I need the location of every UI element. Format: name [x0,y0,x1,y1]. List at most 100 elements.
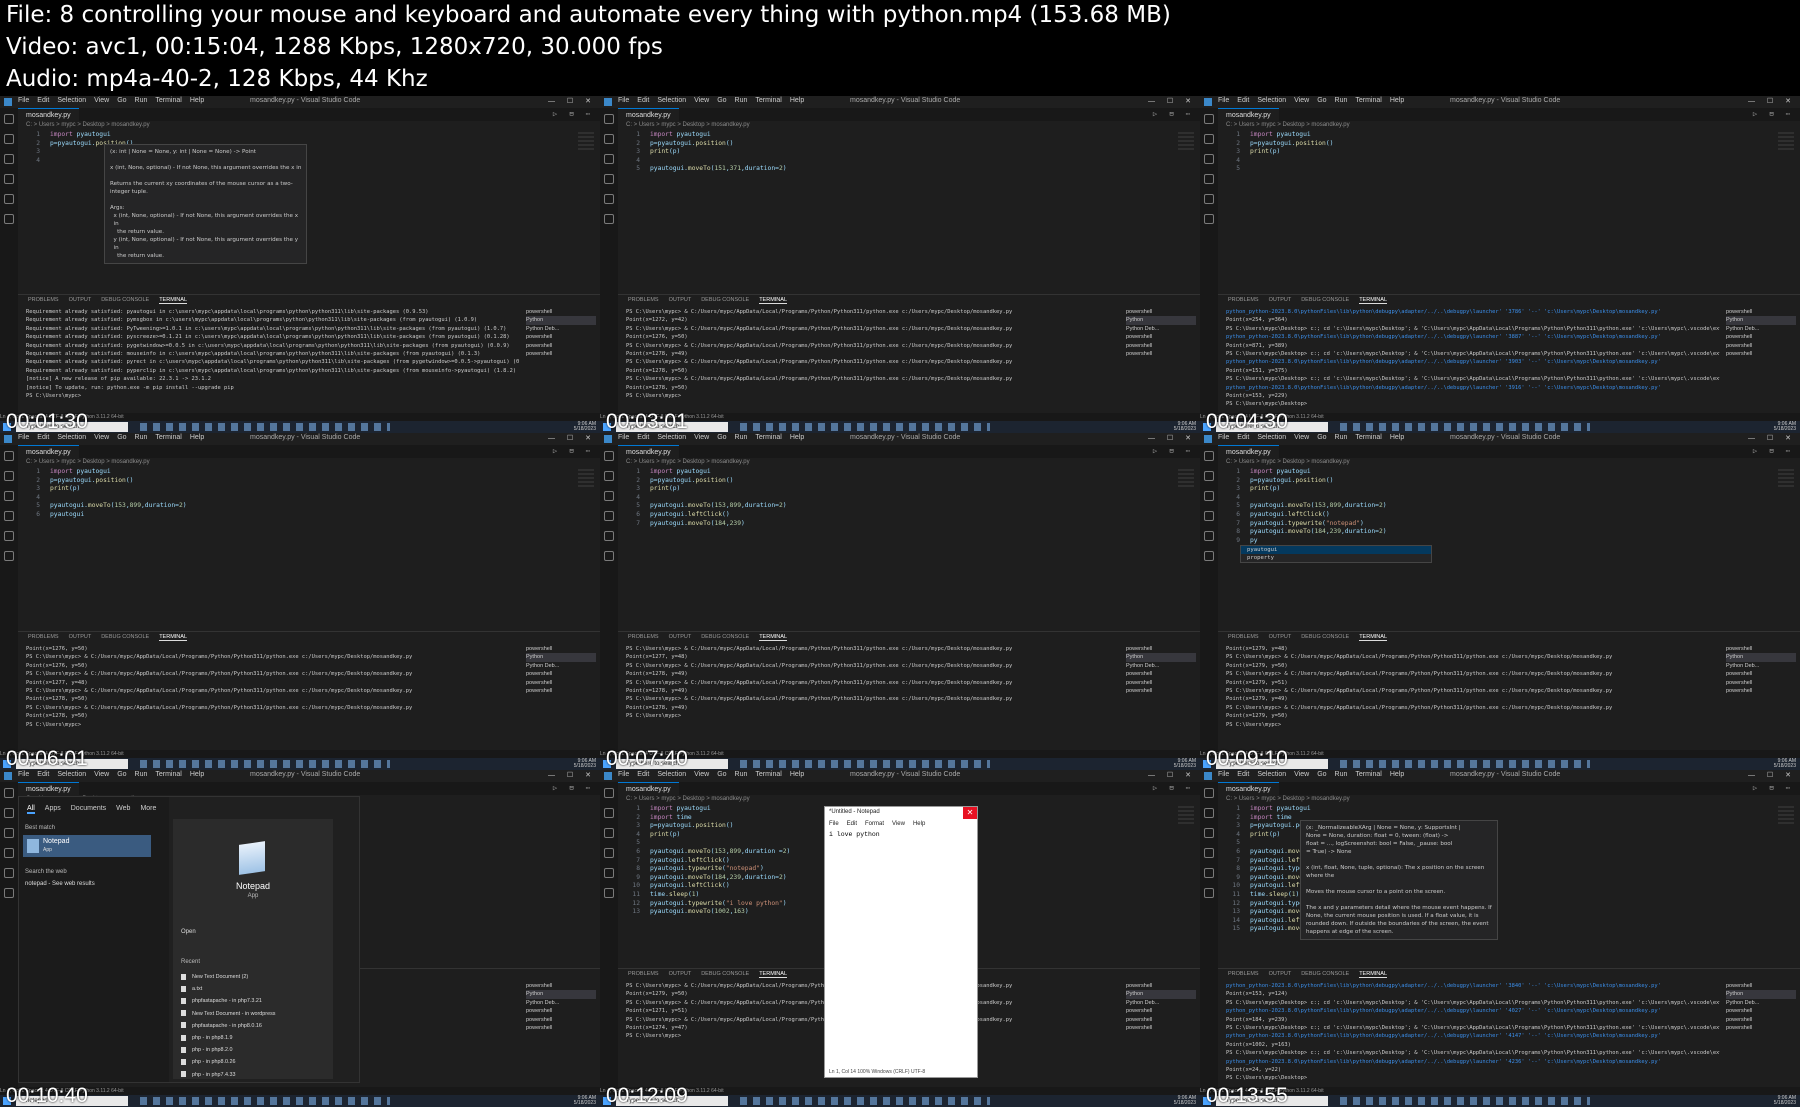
editor-tab[interactable]: mosandkey.py [1218,782,1279,795]
testing-icon[interactable] [604,551,614,561]
pinned-app-icons[interactable] [740,1097,990,1105]
menu-item-view[interactable]: View [694,434,709,441]
notepad-menu-item[interactable]: Format [865,821,884,827]
extensions-icon[interactable] [4,868,14,878]
menu-item-view[interactable]: View [694,771,709,778]
terminal-list-item[interactable]: powershell [1126,982,1196,990]
terminal-list-item[interactable]: Python Deb... [526,999,596,1007]
terminal-list-item[interactable]: powershell [526,679,596,687]
testing-icon[interactable] [4,551,14,561]
best-match-notepad[interactable]: Notepad App [23,835,151,857]
menu-item-file[interactable]: File [618,434,629,441]
source-control-icon[interactable] [4,828,14,838]
panel-tab-problems[interactable]: PROBLEMS [628,634,659,640]
close-icon[interactable]: ✕ [963,807,977,819]
extensions-icon[interactable] [604,531,614,541]
terminal-list-item[interactable]: powershell [1726,342,1796,350]
code-editor[interactable]: 1 import pyautogui 2 p=pyautogui.position()… [26,468,580,618]
terminal-list-item[interactable]: Python [526,316,596,325]
terminal-list-item[interactable]: powershell [526,645,596,653]
run-python-icon[interactable]: ▷ ⊟ ⋯ [553,784,594,792]
panel-tab-debug-console[interactable]: DEBUG CONSOLE [701,634,749,640]
menu-item-go[interactable]: Go [717,97,726,104]
terminal-list-item[interactable]: Python Deb... [1126,999,1196,1007]
menu-item-view[interactable]: View [1294,434,1309,441]
pinned-app-icons[interactable] [1340,760,1590,768]
extensions-icon[interactable] [1204,868,1214,878]
run-python-icon[interactable]: ▷ ⊟ ⋯ [1153,784,1194,792]
menu-item-help[interactable]: Help [190,97,204,104]
menu-item-run[interactable]: Run [1335,97,1348,104]
editor-tab[interactable]: mosandkey.py [618,108,679,121]
terminal-list-item[interactable]: powershell [1126,308,1196,316]
menu-item-terminal[interactable]: Terminal [155,434,181,441]
system-tray-clock[interactable]: 9:06 AM 5/18/2023 [1774,422,1796,432]
extensions-icon[interactable] [4,531,14,541]
window-controls[interactable]: — ☐ ✕ [1748,434,1796,442]
source-control-icon[interactable] [604,491,614,501]
menu-item-selection[interactable]: Selection [57,771,86,778]
recent-item[interactable]: phpfastapache - in php7.3.21 [181,995,276,1007]
panel-tab-output[interactable]: OUTPUT [69,634,92,640]
terminal-output[interactable]: Point(x=1276, y=50) PS C:\Users\mypc> & C… [26,645,520,745]
menu-item-file[interactable]: File [1218,434,1229,441]
window-controls[interactable]: — ☐ ✕ [548,771,596,779]
terminal-output[interactable]: python_python-2023.8.0\pythonFiles\lib\p… [1226,308,1720,408]
terminal-list-item[interactable]: powershell [1126,1016,1196,1024]
terminal-list-item[interactable]: powershell [1126,350,1196,358]
menu-item-selection[interactable]: Selection [657,771,686,778]
window-controls[interactable]: — ☐ ✕ [548,97,596,105]
explorer-icon[interactable] [604,114,614,124]
terminal-list-item[interactable]: Python Deb... [1126,325,1196,333]
panel-tab-problems[interactable]: PROBLEMS [28,634,59,640]
menu-item-selection[interactable]: Selection [57,97,86,104]
system-tray-clock[interactable]: 9:06 AM 5/18/2023 [1174,1096,1196,1106]
terminal-list-item[interactable]: powershell [1126,645,1196,653]
code-editor[interactable]: 1 import pyautogui 2 p=pyautogui.position()… [1226,131,1780,281]
panel-tab-terminal[interactable]: TERMINAL [1359,971,1387,978]
menu-item-run[interactable]: Run [1335,434,1348,441]
panel-tab-debug-console[interactable]: DEBUG CONSOLE [1301,634,1349,640]
testing-icon[interactable] [4,214,14,224]
code-editor[interactable]: 1 import pyautogui 2 p=pyautogui.position()… [626,131,1180,281]
notepad-menu-item[interactable]: View [892,821,905,827]
run-python-icon[interactable]: ▷ ⊟ ⋯ [1153,447,1194,455]
menu-item-edit[interactable]: Edit [1237,771,1249,778]
recent-item[interactable]: php - in php8.1.9 [181,1032,276,1044]
menu-item-go[interactable]: Go [117,97,126,104]
explorer-icon[interactable] [604,788,614,798]
code-editor[interactable]: 1 import pyautogui 2 p=pyautogui.position()… [1226,468,1780,618]
run-python-icon[interactable]: ▷ ⊟ ⋯ [553,447,594,455]
web-search-item[interactable]: notepad - See web results [25,881,95,887]
notepad-text-area[interactable]: i love python [829,831,880,838]
menu-item-file[interactable]: File [18,434,29,441]
autocomplete-list[interactable]: pyautogui property [1240,545,1432,563]
recent-item[interactable]: a.txt [181,983,276,995]
search-icon[interactable] [4,471,14,481]
editor-tab[interactable]: mosandkey.py [1218,108,1279,121]
system-tray-clock[interactable]: 9:06 AM 5/18/2023 [574,422,596,432]
explorer-icon[interactable] [1204,114,1214,124]
run-debug-icon[interactable] [604,848,614,858]
panel-tab-debug-console[interactable]: DEBUG CONSOLE [701,297,749,303]
menu-item-file[interactable]: File [618,97,629,104]
terminal-list-item[interactable]: powershell [1726,982,1796,990]
menu-item-run[interactable]: Run [735,771,748,778]
run-debug-icon[interactable] [4,848,14,858]
menu-item-terminal[interactable]: Terminal [755,771,781,778]
terminal-list-item[interactable]: Python Deb... [1726,999,1796,1007]
terminal-list-item[interactable]: powershell [1126,1007,1196,1015]
editor-tab[interactable]: mosandkey.py [18,445,79,458]
menu-item-view[interactable]: View [94,97,109,104]
search-tab[interactable]: Apps [45,805,61,812]
terminal-list-item[interactable]: powershell [526,982,596,990]
panel-tab-debug-console[interactable]: DEBUG CONSOLE [101,634,149,640]
menu-item-go[interactable]: Go [1317,771,1326,778]
menu-item-terminal[interactable]: Terminal [1355,434,1381,441]
panel-tab-problems[interactable]: PROBLEMS [1228,971,1259,977]
run-python-icon[interactable]: ▷ ⊟ ⋯ [1753,110,1794,118]
panel-tab-terminal[interactable]: TERMINAL [1359,297,1387,304]
terminal-list-item[interactable]: Python [1126,316,1196,325]
panel-tab-terminal[interactable]: TERMINAL [759,634,787,641]
code-editor[interactable]: 1 import pyautogui 2 p=pyautogui.position()… [626,468,1180,618]
